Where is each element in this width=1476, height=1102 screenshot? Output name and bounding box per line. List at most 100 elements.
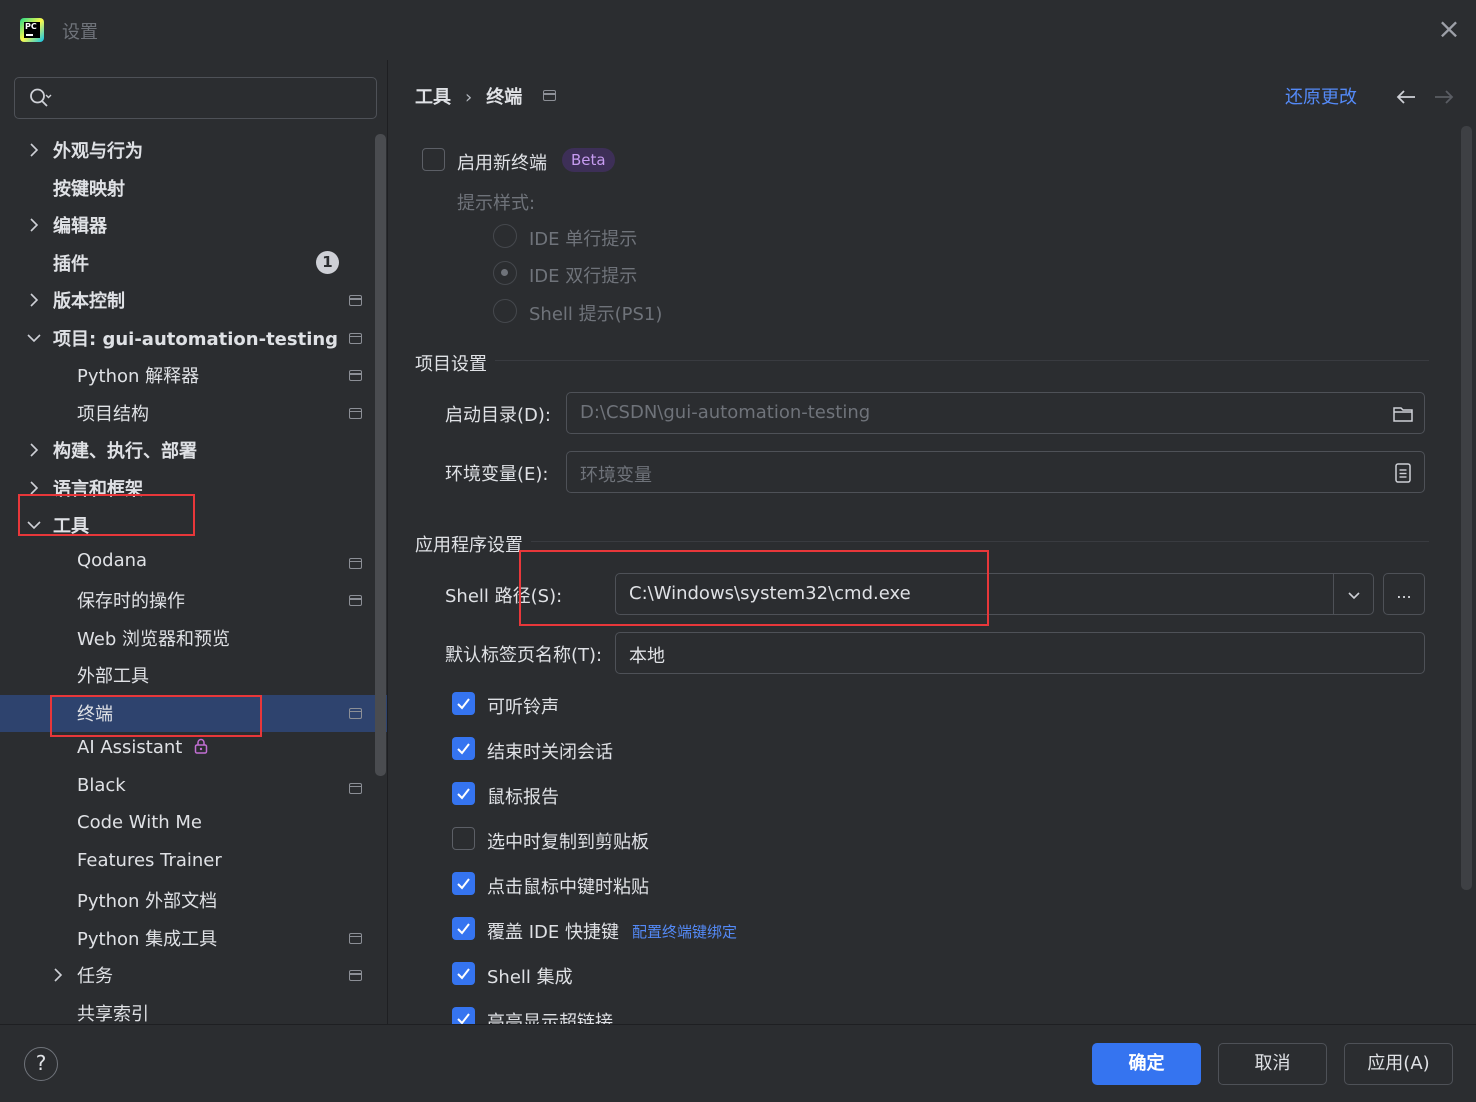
shell-path-combobox[interactable]: C:\Windows\system32\cmd.exe [615,573,1374,615]
start-dir-field[interactable]: D:\CSDN\gui-automation-testing [566,392,1425,434]
radio-shell-ps1[interactable] [493,299,517,323]
search-input[interactable] [59,84,359,112]
title-bar: PC 设置 × [0,0,1476,60]
tab-name-field[interactable]: 本地 [615,632,1425,674]
tree-item-appearance[interactable]: 外观与行为 [0,132,387,170]
arrow-right-icon[interactable] [1433,86,1455,108]
tree-item-shared-indexes[interactable]: 共享索引 [0,995,387,1025]
tree-item-actions-on-save[interactable]: 保存时的操作 [0,582,387,620]
tree-item-black[interactable]: Black [0,770,387,808]
shell-path-dropdown-button[interactable] [1333,574,1373,614]
settings-sidebar: 外观与行为 按键映射 编辑器 插件 1 版本控制 项目: gui-automat… [0,60,388,1024]
tree-item-languages[interactable]: 语言和框架 [0,470,387,508]
arrow-left-icon[interactable] [1395,86,1417,108]
project-level-icon [349,970,362,981]
project-level-icon [349,370,362,381]
close-icon[interactable]: × [1436,15,1462,43]
radio-ide-single-line[interactable] [493,224,517,248]
chevron-right-icon[interactable] [50,967,66,983]
settings-content: 工具 › 终端 还原更改 启用新终端 Beta 提示样式: IDE 单行提示 IDE… [389,60,1476,1024]
tree-item-build[interactable]: 构建、执行、部署 [0,432,387,470]
tree-item-vcs[interactable]: 版本控制 [0,282,387,320]
tree-item-label: 工具 [53,516,89,537]
browse-shell-button[interactable]: ... [1383,573,1425,615]
chevron-right-icon[interactable] [26,217,42,233]
checkmark-icon [457,788,470,800]
tree-item-code-with-me[interactable]: Code With Me [0,807,387,845]
tree-item-tasks[interactable]: 任务 [0,957,387,995]
pycharm-logo-icon: PC [20,18,44,42]
cancel-button[interactable]: 取消 [1218,1043,1327,1085]
breadcrumb-item[interactable]: 工具 [415,87,451,108]
tree-item-label: 构建、执行、部署 [53,441,197,462]
highlight-hyperlinks-checkbox[interactable] [452,1007,475,1024]
tree-item-label: 版本控制 [53,291,125,312]
env-vars-field[interactable]: 环境变量 [566,451,1425,493]
breadcrumb: 工具 › 终端 [415,83,522,109]
tree-item-terminal[interactable]: 终端 [0,694,387,732]
tree-item-qodana[interactable]: Qodana [0,545,387,583]
tree-item-tools[interactable]: 工具 [0,507,387,545]
apply-button[interactable]: 应用(A) [1344,1043,1453,1085]
audible-bell-checkbox[interactable] [452,692,475,715]
close-session-checkbox[interactable] [452,737,475,760]
checkbox-label: 覆盖 IDE 快捷键 [487,922,619,943]
checkmark-icon [457,878,470,890]
dialog-footer: ? 确定 取消 应用(A) [0,1024,1476,1102]
configure-keybindings-link[interactable]: 配置终端键绑定 [632,921,737,942]
project-level-icon [349,557,362,569]
settings-search-box[interactable] [14,77,377,119]
tree-item-label: Python 集成工具 [77,928,218,950]
ok-button[interactable]: 确定 [1092,1043,1201,1085]
app-settings-title: 应用程序设置 [415,535,523,556]
project-level-icon [349,595,362,606]
radio-ide-double-line[interactable] [493,261,517,285]
chevron-right-icon[interactable] [26,292,42,308]
override-shortcuts-checkbox[interactable] [452,917,475,940]
shell-integration-checkbox[interactable] [452,962,475,985]
tree-item-label: Black [77,774,126,796]
tree-item-editor[interactable]: 编辑器 [0,207,387,245]
chevron-down-icon[interactable] [26,517,42,533]
chevron-right-icon[interactable] [26,442,42,458]
tree-item-project[interactable]: 项目: gui-automation-testing [0,320,387,358]
tree-item-label: 项目结构 [77,403,149,425]
chevron-down-icon[interactable] [26,330,42,346]
tree-item-ai-assistant[interactable]: AI Assistant [0,732,387,770]
content-scrollbar[interactable] [1461,126,1472,890]
tree-item-label: Python 解释器 [77,366,200,387]
reset-changes-link[interactable]: 还原更改 [1285,83,1357,109]
tree-item-web-browsers[interactable]: Web 浏览器和预览 [0,620,387,658]
project-level-icon [349,407,362,419]
window-title: 设置 [62,22,98,43]
radio-label: IDE 单行提示 [529,229,638,250]
tree-item-external-tools[interactable]: 外部工具 [0,657,387,695]
checkmark-icon [457,743,470,755]
help-button[interactable]: ? [24,1047,58,1081]
chevron-right-icon[interactable] [26,480,42,496]
tree-item-plugins[interactable]: 插件 1 [0,245,387,283]
checkbox-label: Shell 集成 [487,967,573,988]
tree-item-label: AI Assistant [77,737,183,758]
app-logo-text: PC [25,22,37,31]
sidebar-scrollbar[interactable] [375,134,386,776]
prompt-style-label: 提示样式: [457,193,536,214]
list-icon[interactable] [1392,462,1414,484]
tree-item-features-trainer[interactable]: Features Trainer [0,845,387,883]
tree-item-python-interpreter[interactable]: Python 解释器 [0,357,387,395]
tree-item-label: 保存时的操作 [77,591,185,612]
tree-item-python-integrated-tools[interactable]: Python 集成工具 [0,920,387,958]
tree-item-project-structure[interactable]: 项目结构 [0,395,387,433]
shell-path-value: C:\Windows\system32\cmd.exe [629,583,911,604]
checkmark-icon [457,1013,470,1024]
folder-icon[interactable] [1392,403,1414,425]
mouse-reporting-checkbox[interactable] [452,782,475,805]
tab-name-value: 本地 [629,646,665,667]
tree-item-keymap[interactable]: 按键映射 [0,170,387,208]
copy-on-selection-checkbox[interactable] [452,827,475,850]
tree-item-python-external-docs[interactable]: Python 外部文档 [0,882,387,920]
chevron-right-icon[interactable] [26,142,42,158]
start-dir-label: 启动目录(D): [445,405,551,426]
enable-new-terminal-checkbox[interactable] [422,148,445,171]
paste-middle-click-checkbox[interactable] [452,872,475,895]
